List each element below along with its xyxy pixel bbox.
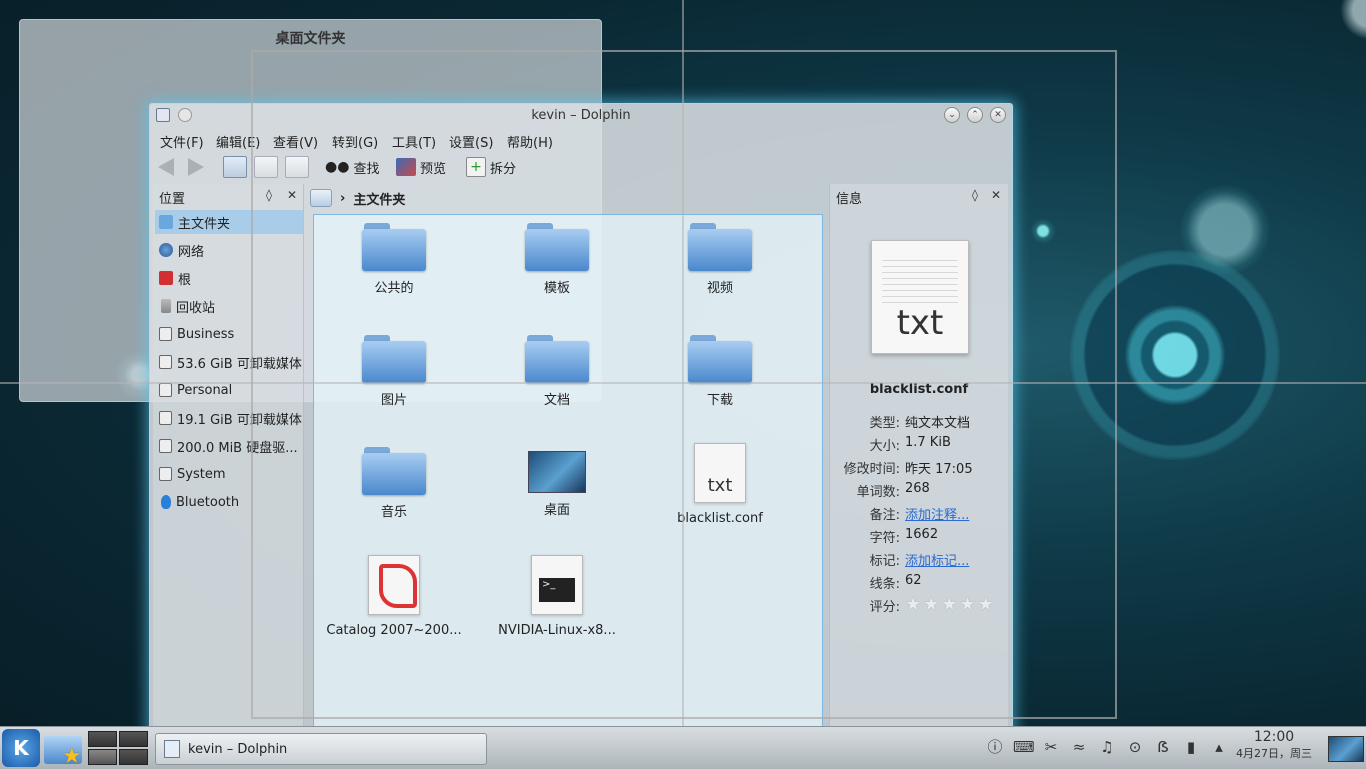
drive-icon: [159, 383, 172, 397]
show-desktop-button[interactable]: [1328, 736, 1364, 762]
usb-device-icon[interactable]: ⊙: [1125, 737, 1145, 757]
clock-time: 12:00: [1253, 729, 1295, 745]
home-icon: [159, 215, 173, 229]
dolphin-app-icon: [164, 740, 180, 758]
drive-icon: [159, 327, 172, 341]
task-title: kevin – Dolphin: [188, 741, 288, 757]
place-label: 主文件夹: [178, 216, 231, 232]
back-arrow-icon: [158, 158, 174, 176]
bluetooth-icon: [161, 495, 171, 509]
wifi-icon[interactable]: ≈: [1069, 737, 1089, 757]
guide-frame: [251, 50, 1117, 719]
star-icon: ★: [62, 744, 82, 769]
system-tray: ⓘ ⌨ ✂ ≈ ♫ ⊙ ẞ ▮ ▴: [985, 737, 1229, 757]
place-label: System: [177, 466, 226, 482]
pager-desktop-3[interactable]: [88, 749, 117, 765]
info-icon[interactable]: ⓘ: [985, 737, 1005, 757]
drive-icon: [159, 467, 172, 481]
virtual-desktop-pager[interactable]: [88, 731, 148, 765]
desktop-folder-title: 桌面文件夹: [275, 31, 346, 47]
digital-clock[interactable]: 12:00 4月27日，周三: [1232, 729, 1316, 761]
icons-view-icon: [223, 156, 247, 178]
drive-icon: [159, 355, 172, 369]
root-folder-icon: [159, 271, 173, 285]
place-label: Business: [177, 326, 235, 342]
taskbar-panel: K ★ kevin – Dolphin ⓘ ⌨ ✂ ≈ ♫ ⊙ ẞ ▮ ▴ 12…: [0, 726, 1366, 769]
clipboard-scissors-icon[interactable]: ✂: [1041, 737, 1061, 757]
place-label: Bluetooth: [176, 494, 240, 510]
clock-date: 4月27日，周三: [1236, 747, 1312, 760]
menu-file[interactable]: 文件(F): [160, 132, 204, 151]
pager-desktop-1[interactable]: [88, 731, 117, 747]
drive-icon: [159, 411, 172, 425]
place-label: 根: [178, 272, 192, 288]
battery-icon[interactable]: ▮: [1181, 737, 1201, 757]
volume-icon[interactable]: ♫: [1097, 737, 1117, 757]
back-button[interactable]: [158, 156, 174, 178]
places-title: 位置: [159, 192, 186, 207]
trash-icon: [161, 299, 171, 313]
place-label: 回收站: [176, 300, 216, 316]
keyboard-icon[interactable]: ⌨: [1013, 737, 1035, 757]
icons-view-button[interactable]: [223, 156, 247, 178]
forward-arrow-icon: [188, 158, 204, 176]
kde-menu-button[interactable]: K: [2, 729, 40, 767]
bluetooth-tray-icon[interactable]: ẞ: [1153, 737, 1173, 757]
drive-icon: [159, 439, 172, 453]
forward-button[interactable]: [188, 156, 204, 178]
pager-desktop-4[interactable]: [119, 749, 148, 765]
wallpaper-bubble: [1340, 0, 1366, 40]
place-label: Personal: [177, 382, 233, 398]
pager-desktop-2[interactable]: [119, 731, 148, 747]
tray-expand-arrow-icon[interactable]: ▴: [1209, 737, 1229, 757]
taskbar-task-dolphin[interactable]: kevin – Dolphin: [155, 733, 487, 765]
network-icon: [159, 243, 173, 257]
wallpaper-bubble: [1180, 185, 1270, 275]
favorites-folder-launcher[interactable]: ★: [44, 732, 84, 769]
place-label: 网络: [178, 244, 205, 260]
